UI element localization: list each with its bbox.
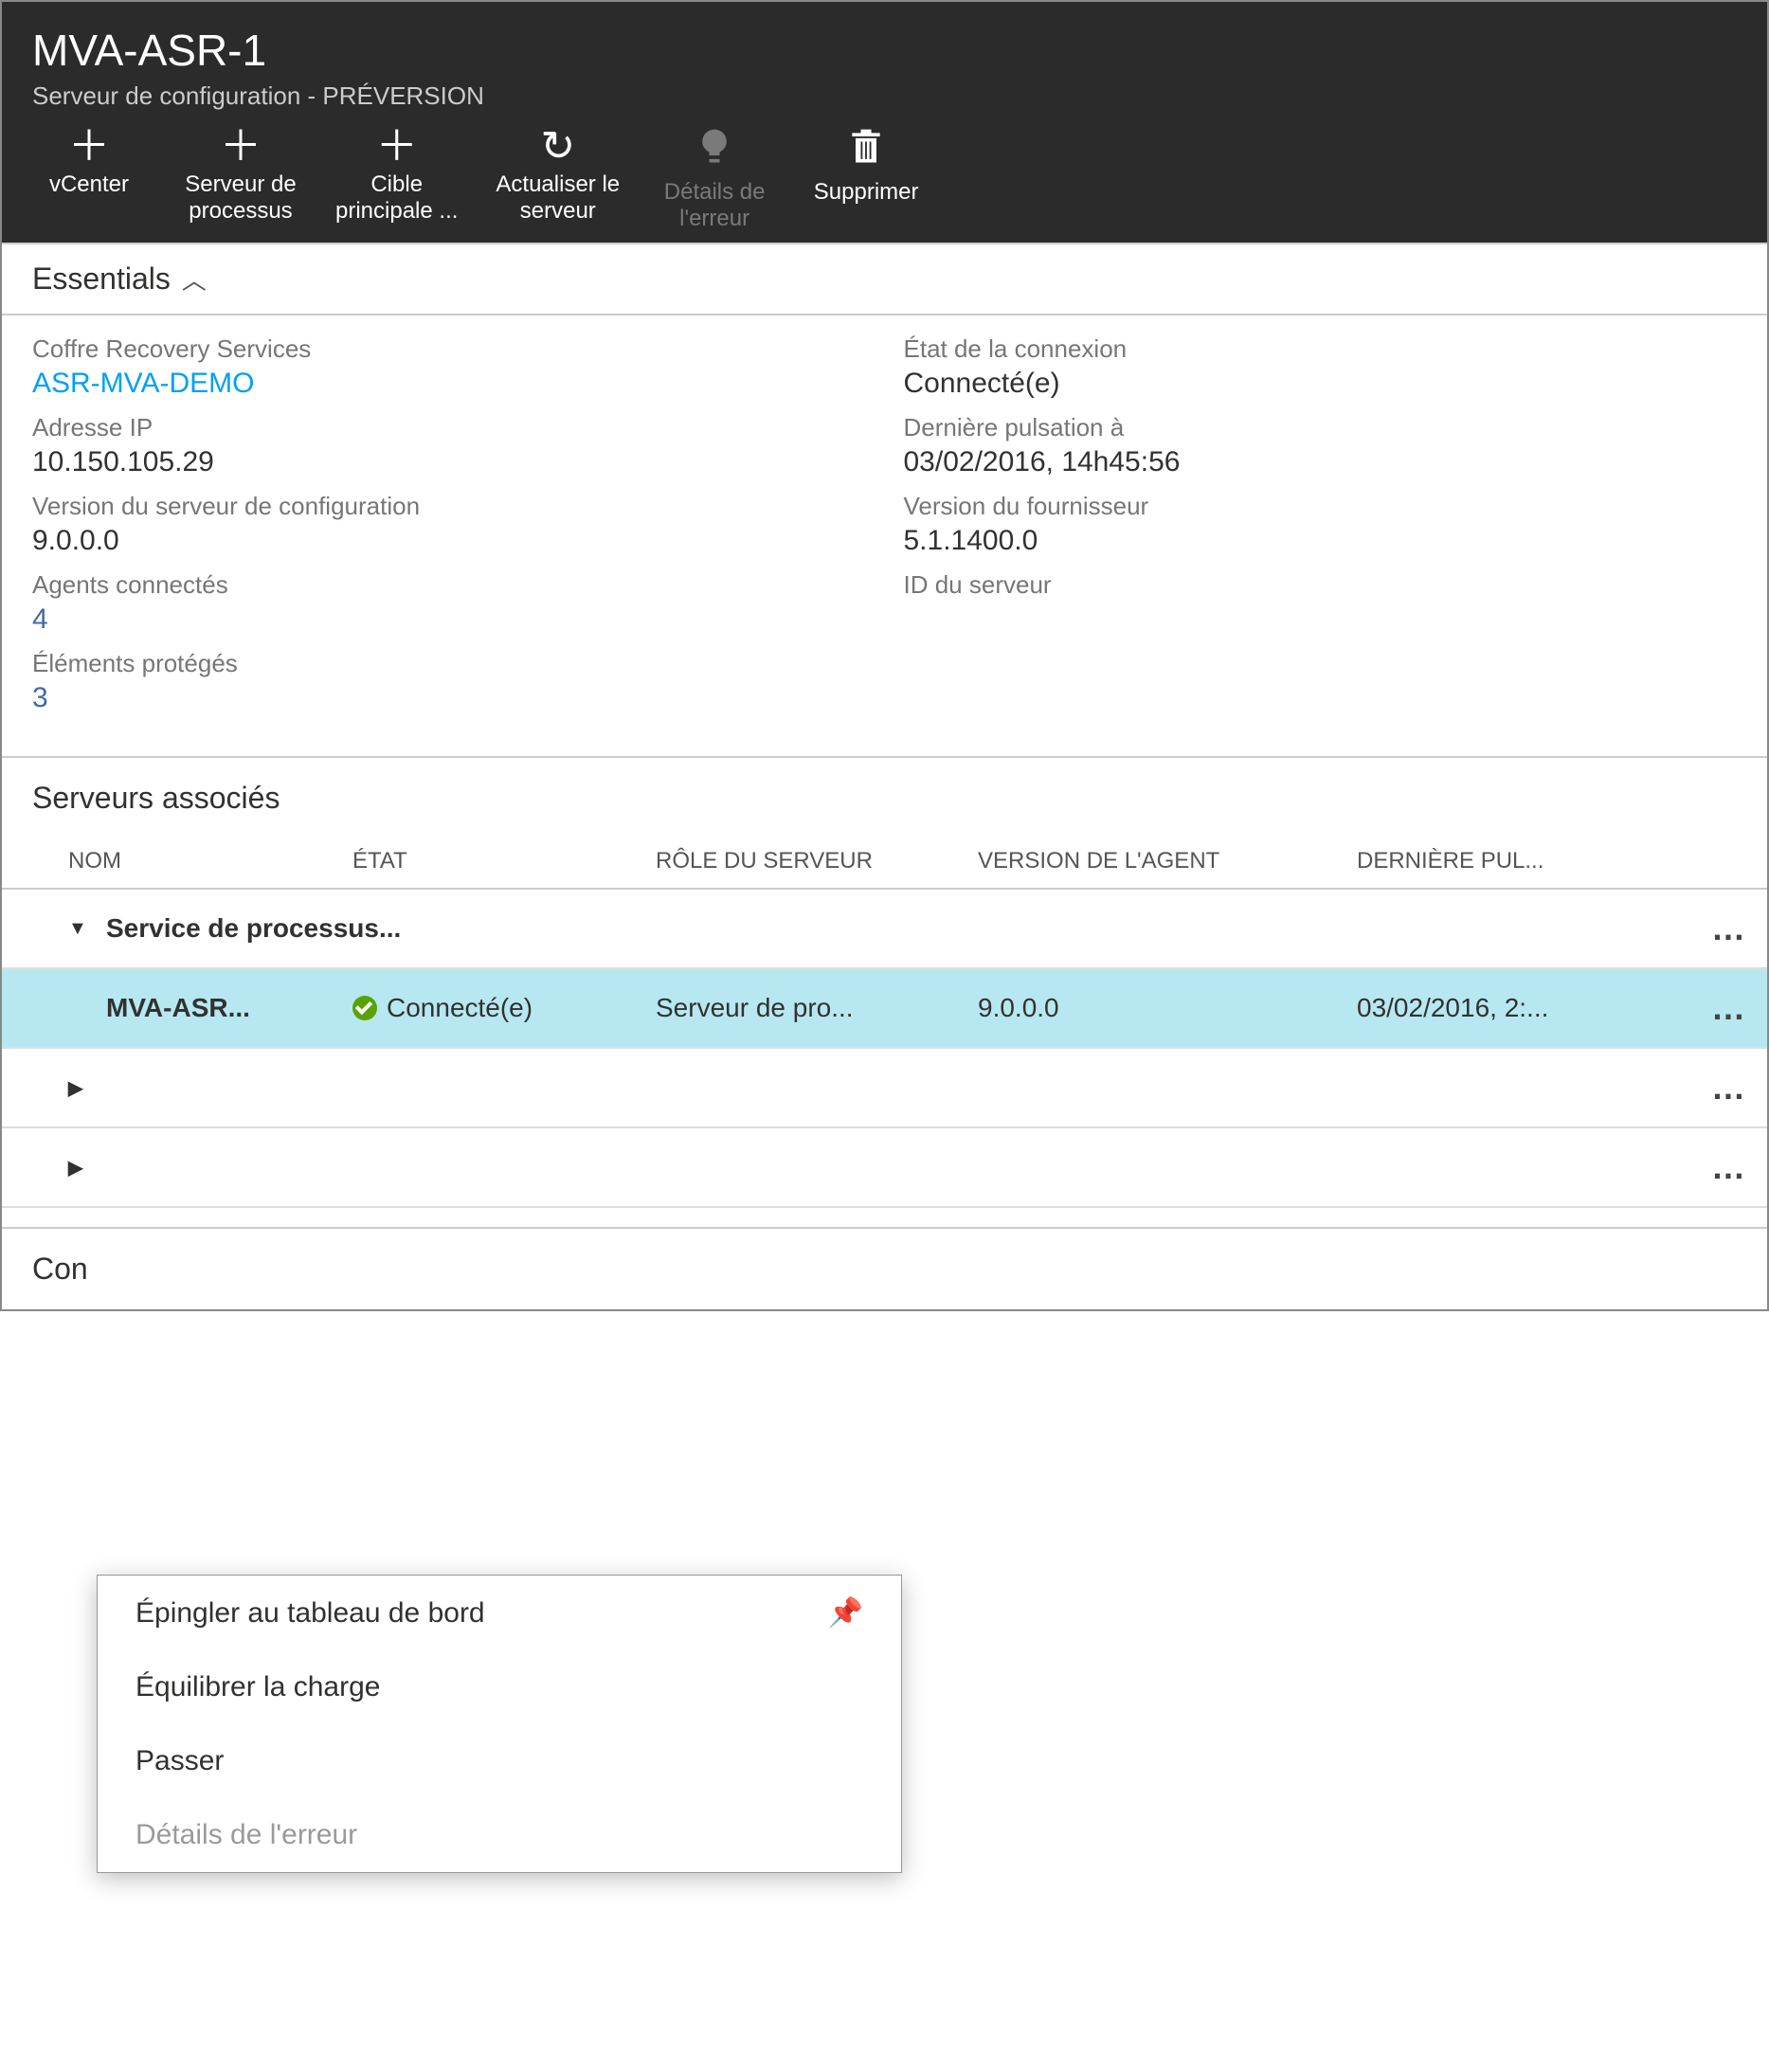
connection-field: État de la connexion Connecté(e) bbox=[904, 334, 1738, 400]
group-context-menu-button[interactable]: … bbox=[1689, 909, 1746, 948]
menu-pin-label: Épingler au tableau de bord bbox=[135, 1597, 485, 1630]
menu-switch[interactable]: Passer bbox=[98, 1724, 901, 1798]
associated-header: NOM ÉTAT RÔLE DU SERVEUR VERSION DE L'AG… bbox=[2, 838, 1767, 890]
ip-field: Adresse IP 10.150.105.29 bbox=[32, 413, 866, 478]
essentials-label: Essentials bbox=[32, 261, 171, 297]
col-name: NOM bbox=[68, 848, 352, 874]
provider-version-field: Version du fournisseur 5.1.1400.0 bbox=[904, 492, 1738, 557]
blade-header: MVA-ASR-1 Serveur de configuration - PRÉ… bbox=[2, 2, 1767, 243]
menu-load-balance[interactable]: Équilibrer la charge bbox=[98, 1650, 901, 1724]
vault-link[interactable]: ASR-MVA-DEMO bbox=[32, 368, 866, 400]
triangle-right-icon: ▶ bbox=[68, 1156, 106, 1180]
row-role: Serveur de pro... bbox=[656, 993, 978, 1023]
page-subtitle: Serveur de configuration - PRÉVERSION bbox=[32, 81, 1737, 111]
command-bar: ＋ vCenter ＋ Serveur de processus ＋ Cible… bbox=[32, 126, 1737, 243]
menu-error-details-label: Détails de l'erreur bbox=[135, 1819, 357, 1851]
ip-label: Adresse IP bbox=[32, 413, 866, 442]
config-version-field: Version du serveur de configuration 9.0.… bbox=[32, 492, 866, 557]
master-target-button[interactable]: ＋ Cible principale ... bbox=[335, 126, 458, 231]
col-agent-version: VERSION DE L'AGENT bbox=[978, 848, 1357, 874]
table-row-selected[interactable]: MVA-ASR... Connecté(e) Serveur de pro...… bbox=[2, 969, 1767, 1049]
group-context-menu-button[interactable]: … bbox=[1689, 1147, 1746, 1187]
group-context-menu-button[interactable]: … bbox=[1689, 1068, 1746, 1108]
config-version-label: Version du serveur de configuration bbox=[32, 492, 866, 521]
menu-pin-dashboard[interactable]: Épingler au tableau de bord 📌 bbox=[98, 1576, 901, 1650]
master-target-label: Cible principale ... bbox=[335, 171, 458, 224]
plus-icon: ＋ bbox=[376, 126, 418, 168]
check-circle-icon bbox=[352, 996, 377, 1020]
group-process-service[interactable]: ▼ Service de processus... … bbox=[2, 890, 1767, 969]
page-title: MVA-ASR-1 bbox=[32, 25, 1737, 76]
server-id-label: ID du serveur bbox=[904, 570, 1738, 600]
refresh-server-button[interactable]: ↻ Actualiser le serveur bbox=[496, 126, 620, 231]
col-role: RÔLE DU SERVEUR bbox=[656, 848, 978, 874]
triangle-right-icon: ▶ bbox=[68, 1076, 106, 1100]
heartbeat-value: 03/02/2016, 14h45:56 bbox=[904, 446, 1738, 478]
essentials-toggle[interactable]: Essentials ︿ bbox=[2, 243, 1767, 315]
process-server-label: Serveur de processus bbox=[185, 171, 296, 224]
vault-label: Coffre Recovery Services bbox=[32, 334, 866, 364]
col-last-heartbeat: DERNIÈRE PUL... bbox=[1357, 848, 1746, 874]
menu-error-details: Détails de l'erreur bbox=[98, 1798, 901, 1872]
connection-value: Connecté(e) bbox=[904, 368, 1738, 400]
agents-label: Agents connectés bbox=[32, 570, 866, 600]
heartbeat-label: Dernière pulsation à bbox=[904, 413, 1738, 442]
config-version-value: 9.0.0.0 bbox=[32, 525, 866, 557]
ip-value: 10.150.105.29 bbox=[32, 446, 866, 478]
chevron-up-icon: ︿ bbox=[182, 261, 207, 297]
essentials-panel: Coffre Recovery Services ASR-MVA-DEMO Ad… bbox=[2, 315, 1767, 758]
delete-label: Supprimer bbox=[814, 179, 919, 206]
triangle-down-icon: ▼ bbox=[68, 918, 106, 940]
error-details-button: Détails de l'erreur bbox=[658, 126, 771, 231]
connection-label: État de la connexion bbox=[904, 334, 1738, 364]
pin-icon: 📌 bbox=[828, 1596, 863, 1630]
provider-version-label: Version du fournisseur bbox=[904, 492, 1738, 521]
group-label: Service de processus... bbox=[106, 913, 1689, 944]
vcenter-label: vCenter bbox=[49, 171, 129, 198]
row-state: Connecté(e) bbox=[352, 993, 656, 1023]
truncated-section-title: Con bbox=[2, 1229, 1767, 1309]
refresh-label: Actualiser le serveur bbox=[496, 171, 620, 224]
protected-field: Éléments protégés 3 bbox=[32, 649, 866, 714]
agents-value[interactable]: 4 bbox=[32, 604, 866, 636]
associated-title: Serveurs associés bbox=[2, 758, 1767, 838]
row-context-menu-button[interactable]: … bbox=[1689, 988, 1746, 1028]
row-heartbeat: 03/02/2016, 2:... bbox=[1357, 993, 1689, 1023]
heartbeat-field: Dernière pulsation à 03/02/2016, 14h45:5… bbox=[904, 413, 1738, 478]
vault-field: Coffre Recovery Services ASR-MVA-DEMO bbox=[32, 334, 866, 400]
plus-icon: ＋ bbox=[220, 126, 262, 168]
context-menu: Épingler au tableau de bord 📌 Équilibrer… bbox=[97, 1575, 902, 1873]
refresh-icon: ↻ bbox=[540, 126, 575, 168]
server-id-field: ID du serveur bbox=[904, 570, 1738, 600]
associated-section: Serveurs associés NOM ÉTAT RÔLE DU SERVE… bbox=[2, 758, 1767, 1229]
protected-label: Éléments protégés bbox=[32, 649, 866, 678]
error-details-label: Détails de l'erreur bbox=[664, 179, 766, 231]
delete-button[interactable]: Supprimer bbox=[809, 126, 923, 231]
group-collapsed-2[interactable]: ▶ … bbox=[2, 1049, 1767, 1128]
process-server-button[interactable]: ＋ Serveur de processus bbox=[184, 126, 298, 231]
menu-balance-label: Équilibrer la charge bbox=[135, 1671, 380, 1703]
protected-value[interactable]: 3 bbox=[32, 682, 866, 714]
group-collapsed-3[interactable]: ▶ … bbox=[2, 1128, 1767, 1208]
agents-field: Agents connectés 4 bbox=[32, 570, 866, 636]
col-state: ÉTAT bbox=[352, 848, 656, 874]
error-icon bbox=[694, 126, 735, 175]
row-name: MVA-ASR... bbox=[106, 993, 352, 1023]
provider-version-value: 5.1.1400.0 bbox=[904, 525, 1738, 557]
row-state-text: Connecté(e) bbox=[387, 993, 533, 1023]
vcenter-button[interactable]: ＋ vCenter bbox=[32, 126, 146, 231]
menu-switch-label: Passer bbox=[135, 1745, 224, 1777]
plus-icon: ＋ bbox=[68, 126, 110, 168]
trash-icon bbox=[845, 126, 887, 175]
row-version: 9.0.0.0 bbox=[978, 993, 1357, 1023]
